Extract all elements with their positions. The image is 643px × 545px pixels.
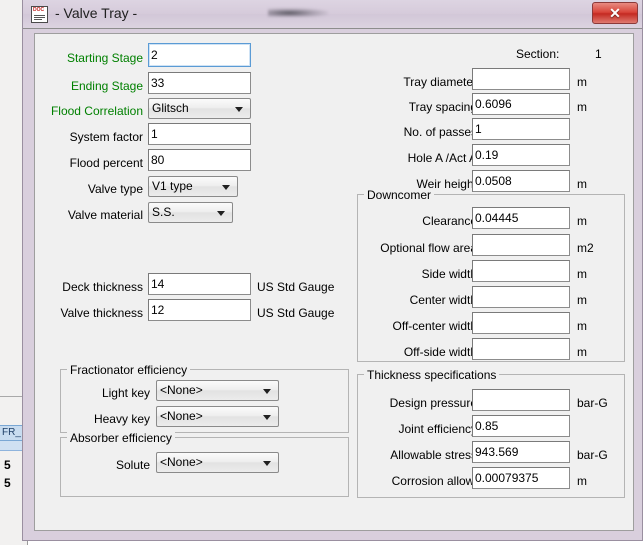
document-icon-line [34, 19, 42, 20]
document-icon-line [34, 17, 45, 18]
chevron-down-icon [222, 184, 230, 190]
flood-percent-input[interactable] [148, 149, 251, 171]
window-title: - Valve Tray - [55, 5, 138, 21]
close-icon: ✕ [609, 5, 621, 21]
unit-tray-diameter: m [577, 75, 587, 89]
solute-combo[interactable]: <None> [156, 452, 279, 473]
section-label: Section: [516, 47, 560, 61]
valve-thickness-input[interactable] [148, 299, 251, 321]
section-value: 1 [595, 47, 602, 61]
chevron-down-icon [217, 210, 225, 216]
label-valve-thickness: Valve thickness [60, 306, 143, 320]
chevron-down-icon [263, 414, 271, 420]
label-starting-stage: Starting Stage [66, 51, 143, 65]
label-optional-flow-area: Optional flow area [380, 241, 477, 255]
thickness-specifications-title: Thickness specifications [364, 369, 500, 381]
label-valve-type: Valve type [87, 182, 143, 196]
system-factor-input[interactable] [148, 123, 251, 145]
label-flood-correlation: Flood Correlation [50, 104, 143, 118]
unit-design-pressure: bar-G [577, 396, 608, 410]
corrosion-allow-input[interactable] [472, 467, 570, 489]
unit-weir-height: m [577, 177, 587, 191]
flood-correlation-value: Glitsch [152, 101, 189, 115]
chevron-down-icon [263, 388, 271, 394]
label-off-side-width: Off-side width [403, 345, 477, 359]
unit-side-width: m [577, 267, 587, 281]
valve-material-combo[interactable]: S.S. [148, 202, 233, 223]
allowable-stress-input[interactable] [472, 441, 570, 463]
chevron-down-icon [263, 460, 271, 466]
label-heavy-key: Heavy key [93, 412, 150, 426]
label-tray-spacing: Tray spacing [408, 100, 477, 114]
fractionator-efficiency-title: Fractionator efficiency [67, 364, 191, 376]
unit-allowable-stress: bar-G [577, 448, 608, 462]
unit-off-side-width: m [577, 345, 587, 359]
valve-tray-dialog: DOC - Valve Tray - ✕ Section: 1 Starting… [22, 0, 643, 541]
unit-clearance: m [577, 214, 587, 228]
label-side-width: Side width [421, 267, 477, 281]
valve-type-value: V1 type [152, 179, 193, 193]
starting-stage-input[interactable] [148, 43, 251, 67]
document-icon-line [34, 15, 45, 16]
light-key-value: <None> [160, 383, 203, 397]
off-side-width-input[interactable] [472, 338, 570, 360]
document-icon-tag: DOC [33, 7, 45, 13]
solute-value: <None> [160, 455, 203, 469]
label-solute: Solute [115, 458, 150, 472]
absorber-efficiency-title: Absorber efficiency [67, 432, 175, 444]
heavy-key-combo[interactable]: <None> [156, 406, 279, 427]
light-key-combo[interactable]: <None> [156, 380, 279, 401]
tray-spacing-input[interactable] [472, 93, 570, 115]
flood-correlation-combo[interactable]: Glitsch [148, 98, 251, 119]
label-center-width: Center width [409, 293, 477, 307]
weir-height-input[interactable] [472, 170, 570, 192]
label-corrosion-allow: Corrosion allow. [391, 474, 477, 488]
label-deck-thickness: Deck thickness [62, 280, 143, 294]
unit-off-center-width: m [577, 319, 587, 333]
valve-material-value: S.S. [152, 205, 175, 219]
label-clearance: Clearance [422, 214, 477, 228]
hole-a-act-a-input[interactable] [472, 144, 570, 166]
label-flood-percent: Flood percent [69, 156, 143, 170]
label-light-key: Light key [101, 386, 150, 400]
unit-deck-thickness: US Std Gauge [257, 280, 335, 294]
unit-optional-flow-area: m2 [577, 241, 594, 255]
label-joint-efficiency: Joint efficiency [398, 422, 478, 436]
unit-valve-thickness: US Std Gauge [257, 306, 335, 320]
optional-flow-area-input[interactable] [472, 234, 570, 256]
side-width-input[interactable] [472, 260, 570, 282]
label-system-factor: System factor [69, 130, 143, 144]
title-bar[interactable]: DOC - Valve Tray - ✕ [23, 0, 642, 29]
valve-type-combo[interactable]: V1 type [148, 176, 238, 197]
joint-efficiency-input[interactable] [472, 415, 570, 437]
chevron-down-icon [235, 106, 243, 112]
unit-tray-spacing: m [577, 100, 587, 114]
label-tray-diameter: Tray diameter [403, 75, 477, 89]
ending-stage-input[interactable] [148, 72, 251, 94]
center-width-input[interactable] [472, 286, 570, 308]
downcomer-title: Downcomer [364, 189, 435, 201]
document-icon: DOC [31, 6, 48, 23]
heavy-key-value: <None> [160, 409, 203, 423]
title-bar-obscured-text [268, 8, 328, 17]
label-valve-material: Valve material [67, 208, 143, 222]
label-ending-stage: Ending Stage [70, 79, 143, 93]
label-allowable-stress: Allowable stress [390, 448, 477, 462]
off-center-width-input[interactable] [472, 312, 570, 334]
tray-diameter-input[interactable] [472, 68, 570, 90]
label-no-of-passes: No. of passes [403, 125, 477, 139]
label-off-center-width: Off-center width [392, 319, 477, 333]
deck-thickness-input[interactable] [148, 273, 251, 295]
unit-center-width: m [577, 293, 587, 307]
clearance-input[interactable] [472, 207, 570, 229]
label-design-pressure: Design pressure [389, 396, 477, 410]
dialog-client-area: Section: 1 Starting Stage Ending Stage F… [34, 33, 634, 531]
unit-corrosion-allow: m [577, 474, 587, 488]
design-pressure-input[interactable] [472, 389, 570, 411]
no-of-passes-input[interactable] [472, 118, 570, 140]
label-hole-a-act-a: Hole A /Act A [407, 151, 477, 165]
close-button[interactable]: ✕ [592, 2, 638, 24]
